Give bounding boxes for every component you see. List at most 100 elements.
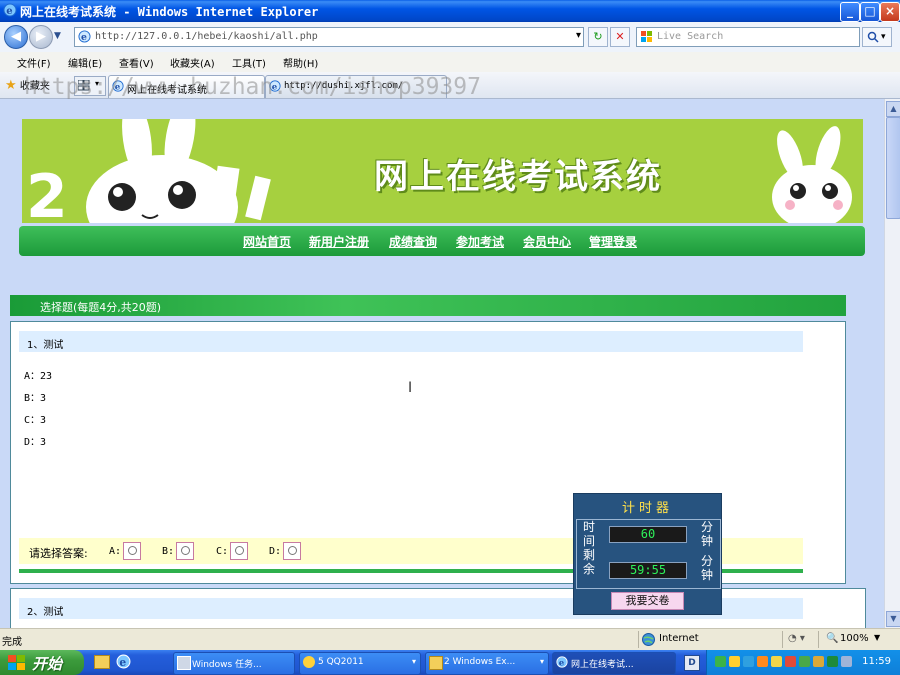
taskbar: 开始 e Windows 任务... 5 QQ2011 ▾ 2 Windows … [0,650,900,675]
close-button[interactable]: × [880,2,900,22]
tray-shield-icon[interactable] [813,656,824,667]
window-title: 网上在线考试系统 - Windows Internet Explorer [20,5,319,19]
nav-scores-link[interactable]: 成绩查询 [389,233,437,250]
total-unit-label: 分钟 [700,520,713,548]
search-placeholder: Live Search [657,31,724,42]
nav-member-link[interactable]: 会员中心 [523,233,571,250]
text-cursor-icon: I [408,380,413,396]
nav-register-link[interactable]: 新用户注册 [309,233,369,250]
task-windows-explorer[interactable]: 2 Windows Ex... ▾ [425,652,549,675]
task-label: 网上在线考试... [571,660,634,670]
minimize-button[interactable]: _ [840,2,860,22]
menu-favorites[interactable]: 收藏夹(A) [170,55,215,70]
system-tray: 11:59 [706,650,900,675]
timer-body: 时间剩余 60 分钟 59:55 分钟 [576,519,721,589]
window-titlebar[interactable]: e 网上在线考试系统 - Windows Internet Explorer _… [0,0,900,22]
answer-prompt: 请选择答案: [29,547,88,560]
zone-label: Internet [659,633,699,644]
task-qq[interactable]: 5 QQ2011 ▾ [299,652,421,675]
status-separator [818,631,819,648]
refresh-button[interactable]: ↻ [588,27,608,47]
address-dropdown-button[interactable]: ▾ [576,30,581,41]
site-nav: 网站首页 新用户注册 成绩查询 参加考试 会员中心 管理登录 [19,226,865,256]
folder-icon [429,656,443,670]
task-windows-task-manager[interactable]: Windows 任务... [173,652,295,675]
menu-edit[interactable]: 编辑(E) [68,55,102,70]
choice-a-label: A: [109,546,122,557]
tray-app-icon[interactable] [799,656,810,667]
site-banner: 2 网上在线考试系统 [22,119,863,223]
task-manager-icon [177,656,191,670]
svg-text:e: e [6,6,12,17]
scroll-down-icon[interactable]: ▼ [886,611,900,627]
menu-tools[interactable]: 工具(T) [232,55,266,70]
task-label: Windows 任务... [192,660,262,670]
menu-bar: 文件(F) 编辑(E) 查看(V) 收藏夹(A) 工具(T) 帮助(H) [0,52,900,73]
show-desktop-folder-icon[interactable] [94,655,110,669]
quicklaunch-ie-icon[interactable]: e [116,654,131,669]
clock[interactable]: 11:59 [862,656,891,667]
maximize-button[interactable]: □ [860,2,880,22]
scroll-up-icon[interactable]: ▲ [886,101,900,117]
nav-home-link[interactable]: 网站首页 [243,233,291,250]
remaining-time-display: 59:55 [609,562,687,579]
zoom-dropdown-icon[interactable]: ▼ [874,633,880,642]
star-icon: ★ [5,78,17,93]
nav-exam-link[interactable]: 参加考试 [456,233,504,250]
menu-view[interactable]: 查看(V) [119,55,154,70]
tray-qq-icon[interactable] [771,656,782,667]
task-group-dropdown-icon: ▾ [539,657,544,666]
back-button[interactable]: ◀ [4,25,28,49]
back-arrow-icon: ◀ [11,29,21,44]
tray-app-icon[interactable] [757,656,768,667]
history-dropdown-icon[interactable]: ▼ [54,31,61,41]
section-header: 选择题(每题4分,共20题) [10,295,846,316]
search-button[interactable]: ▾ [862,27,892,47]
tray-app-icon[interactable] [715,656,726,667]
search-options-icon: ▾ [881,32,886,42]
live-search-logo-icon [641,31,652,42]
stop-button[interactable]: ✕ [610,27,630,47]
protected-mode-icon[interactable]: ◔ ▾ [788,633,805,644]
tray-app-icon[interactable] [827,656,838,667]
choice-b-label: B: [162,546,175,557]
remaining-unit-label: 分钟 [700,554,713,582]
vertical-scrollbar[interactable]: ▲ ▼ [884,99,900,628]
scroll-thumb[interactable] [886,117,900,219]
forward-button[interactable]: ▶ [29,25,53,49]
tray-app-icon[interactable] [743,656,754,667]
question-title: 1、测试 [27,340,64,351]
choice-d-label: D: [269,546,282,557]
status-bar: 完成 Internet ◔ ▾ 🔍 100% ▼ [0,628,900,651]
task-label: 2 Windows Ex... [444,657,516,667]
svg-text:e: e [81,32,87,43]
nav-admin-link[interactable]: 管理登录 [589,233,637,250]
choice-c-radio[interactable] [230,542,248,560]
choice-d-radio[interactable] [283,542,301,560]
ie-icon: e [3,3,17,17]
start-label: 开始 [32,655,63,673]
submit-exam-button[interactable]: 我要交卷 [611,592,684,610]
tray-app-icon[interactable] [785,656,796,667]
qq-penguin-icon [303,656,315,668]
question-title-bar: 1、测试 [19,331,803,352]
svg-text:2: 2 [26,162,68,223]
choice-b-radio[interactable] [176,542,194,560]
tray-volume-icon[interactable] [841,656,852,667]
choice-a-radio[interactable] [123,542,141,560]
address-field[interactable]: e http://127.0.0.1/hebei/kaoshi/all.php … [74,27,584,47]
magnifier-icon [867,31,879,43]
menu-help[interactable]: 帮助(H) [283,55,318,70]
address-toolbar: ◀ ▶ ▼ e http://127.0.0.1/hebei/kaoshi/al… [0,22,900,53]
tray-app-icon[interactable] [729,656,740,667]
menu-file[interactable]: 文件(F) [17,55,51,70]
language-bar-icon[interactable]: D [684,655,700,671]
globe-icon [642,633,655,646]
start-button[interactable]: 开始 [0,650,84,675]
task-exam-system-browser[interactable]: e 网上在线考试... [552,652,676,675]
task-group-dropdown-icon: ▾ [411,657,416,666]
search-input[interactable]: Live Search [636,27,860,47]
zoom-level[interactable]: 100% [840,633,869,644]
option-c: C：3 [24,415,47,426]
ie-icon: e [556,656,568,668]
